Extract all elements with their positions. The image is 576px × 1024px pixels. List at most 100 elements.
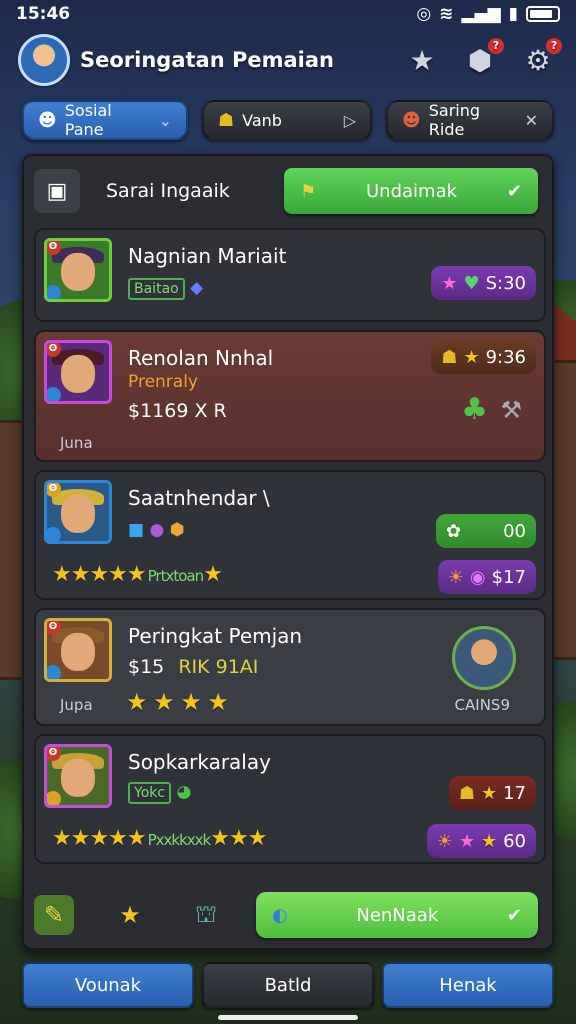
panel-top-label: Sarai Ingaaik bbox=[106, 180, 230, 202]
score-value: 9:36 bbox=[485, 346, 526, 368]
list-item[interactable]: ʘ Peringkat Pemjan $15 RIK 91AI ★ ★ ★ ★ … bbox=[34, 608, 546, 726]
header-actions: ★ ⬢? ⚙? bbox=[402, 38, 562, 80]
coin-value: 60 bbox=[503, 830, 526, 852]
player-name: Saatnhendar \ bbox=[128, 486, 270, 510]
opponent-portrait bbox=[452, 626, 516, 690]
panel-top-row: ▣ Sarai Ingaaik ⚑ Undaimak ✔ bbox=[34, 166, 538, 216]
compass-icon: ◐ bbox=[272, 904, 288, 926]
rating-text: Pxxkkxxk bbox=[147, 831, 212, 849]
close-icon[interactable]: ✕ bbox=[525, 111, 538, 130]
gem-row: ■ ● ⬢ bbox=[128, 520, 185, 540]
check-icon: ✔ bbox=[506, 904, 522, 926]
next-button[interactable]: ◐ NenNaak ✔ bbox=[256, 892, 538, 938]
player-tag-row: Yokc ◕ bbox=[128, 782, 191, 804]
player-portrait: ʘ bbox=[44, 340, 112, 404]
nav-henak[interactable]: Henak bbox=[382, 962, 554, 1008]
player-name: Renolan Nnhal bbox=[128, 346, 274, 370]
player-portrait: ʘ bbox=[44, 238, 112, 302]
sim-icon: ▮ bbox=[508, 4, 518, 24]
score-chip: ☗ ★ 17 bbox=[448, 776, 536, 810]
play-icon: ▷ bbox=[343, 110, 356, 130]
notification-dot: ? bbox=[546, 38, 562, 54]
list-item[interactable]: ʘ Renolan Nnhal Prenraly $1169 X R Juna … bbox=[34, 330, 546, 462]
star-icon: ★ bbox=[409, 43, 435, 77]
star-icon: ★ bbox=[441, 272, 458, 294]
player-name: Sopkarkaralay bbox=[128, 750, 271, 774]
player-tag: Baitao bbox=[128, 278, 185, 300]
filter-social[interactable]: ☻ Sosial Pane ⌄ bbox=[22, 100, 188, 140]
coin-value: $17 bbox=[491, 566, 526, 588]
gem-icon: ● bbox=[149, 520, 165, 540]
shop-button[interactable]: ⛫ bbox=[186, 895, 226, 935]
favorite-button[interactable]: ★ bbox=[110, 895, 150, 935]
next-label: NenNaak bbox=[356, 904, 439, 926]
player-name: Nagnian Mariait bbox=[128, 244, 287, 268]
clover-icon: ◕ bbox=[176, 782, 192, 802]
bottom-nav: Vounak Batld Henak bbox=[22, 962, 554, 1008]
flag-icon: ⚑ bbox=[300, 180, 317, 202]
filter-label: Saring Ride bbox=[428, 101, 481, 139]
opponent-label: CAINS9 bbox=[454, 696, 510, 714]
player-price: $15 bbox=[128, 656, 165, 678]
lion-icon: ☀ bbox=[447, 566, 464, 588]
star-icon: ★ bbox=[463, 346, 480, 368]
creature-icon: ♣ bbox=[461, 392, 488, 427]
star-rating: ★ ★ ★ ★ bbox=[126, 688, 229, 716]
unlock-button[interactable]: ⚑ Undaimak ✔ bbox=[284, 168, 538, 214]
app-header: Seoringatan Pemaian ★ ⬢? ⚙? bbox=[18, 32, 562, 88]
lion-icon: ☀ bbox=[436, 830, 453, 852]
coin-chip: ☀ ★ ★ 60 bbox=[426, 824, 536, 858]
basket-icon: ⛫ bbox=[194, 899, 218, 928]
ranking-panel: ▣ Sarai Ingaaik ⚑ Undaimak ✔ ʘ Nagnian M… bbox=[22, 154, 554, 950]
player-price: $1169 X R bbox=[128, 400, 227, 422]
gem-icon: ■ bbox=[128, 520, 145, 540]
player-subtitle: Prenraly bbox=[128, 372, 198, 392]
player-footer: Jupa bbox=[60, 696, 93, 714]
nav-vounak[interactable]: Vounak bbox=[22, 962, 194, 1008]
alarm-icon: ◎ bbox=[416, 4, 432, 24]
filter-label: Sosial Pane bbox=[64, 101, 112, 139]
star-icon: ★ bbox=[458, 830, 475, 852]
calendar-icon[interactable]: ▣ bbox=[34, 169, 80, 213]
score-chip: ★ ♥ S:30 bbox=[431, 266, 536, 300]
price-row: $15 RIK 91AI bbox=[128, 656, 258, 678]
player-tag: Yokc bbox=[128, 782, 172, 804]
score-value: S:30 bbox=[485, 272, 526, 294]
player-portrait: ʘ bbox=[44, 618, 112, 682]
app-root: 15:46 ◎ ≋ ▂▄▆ ▮ Seoringatan Pemaian ★ ⬢?… bbox=[0, 0, 576, 1024]
filter-vanb[interactable]: ☗ Vanb ▷ bbox=[202, 100, 372, 140]
list-item[interactable]: ʘ Nagnian Mariait Baitao ◆ ★ ♥ S:30 bbox=[34, 228, 546, 322]
unlock-label: Undaimak bbox=[366, 180, 458, 202]
avatar[interactable] bbox=[18, 34, 70, 86]
home-indicator[interactable] bbox=[218, 1015, 358, 1020]
list-item[interactable]: ʘ Saatnhendar \ ■ ● ⬢ ✿ 00 ★★★★★ Prtxtoan… bbox=[34, 470, 546, 600]
panel-action-row: ✎ ★ ⛫ ◐ NenNaak ✔ bbox=[34, 888, 538, 942]
mask-icon: ☗ bbox=[218, 109, 235, 131]
inventory-button[interactable]: ⬢? bbox=[460, 38, 504, 80]
page-title: Seoringatan Pemaian bbox=[80, 48, 334, 72]
star-icon: ★ bbox=[480, 782, 498, 804]
player-footer: Juna bbox=[60, 434, 93, 452]
star-rating: ★★★★★ Pxxkkxxk★★★ bbox=[52, 826, 267, 851]
filter-label: Vanb bbox=[242, 110, 282, 130]
score-value: 17 bbox=[503, 782, 526, 804]
star-icon: ★ bbox=[480, 830, 498, 852]
star-button[interactable]: ★ bbox=[402, 40, 442, 80]
score-chip: ☗ ★ 9:36 bbox=[431, 340, 536, 374]
gem-icon: ◆ bbox=[190, 278, 204, 298]
nav-batld[interactable]: Batld bbox=[202, 962, 374, 1008]
status-icons: ◎ ≋ ▂▄▆ ▮ bbox=[416, 4, 560, 24]
star-rating: ★★★★★ Prtxtoan★ bbox=[52, 562, 223, 587]
player-portrait: ʘ bbox=[44, 480, 112, 544]
filter-saring[interactable]: ☻ Saring Ride ✕ bbox=[386, 100, 554, 140]
hammer-icon: ⚒ bbox=[500, 396, 522, 424]
notification-dot: ? bbox=[488, 38, 504, 54]
pencil-icon: ✎ bbox=[43, 901, 65, 929]
list-item[interactable]: ʘ Sopkarkaralay Yokc ◕ ☗ ★ 17 ★★★★★ Pxxkk… bbox=[34, 734, 546, 864]
player-portrait: ʘ bbox=[44, 744, 112, 808]
edit-button[interactable]: ✎ bbox=[34, 895, 74, 935]
battery-icon bbox=[526, 6, 560, 22]
signal-icon: ▂▄▆ bbox=[461, 4, 501, 24]
settings-button[interactable]: ⚙? bbox=[518, 38, 562, 80]
player-name: Peringkat Pemjan bbox=[128, 624, 303, 648]
